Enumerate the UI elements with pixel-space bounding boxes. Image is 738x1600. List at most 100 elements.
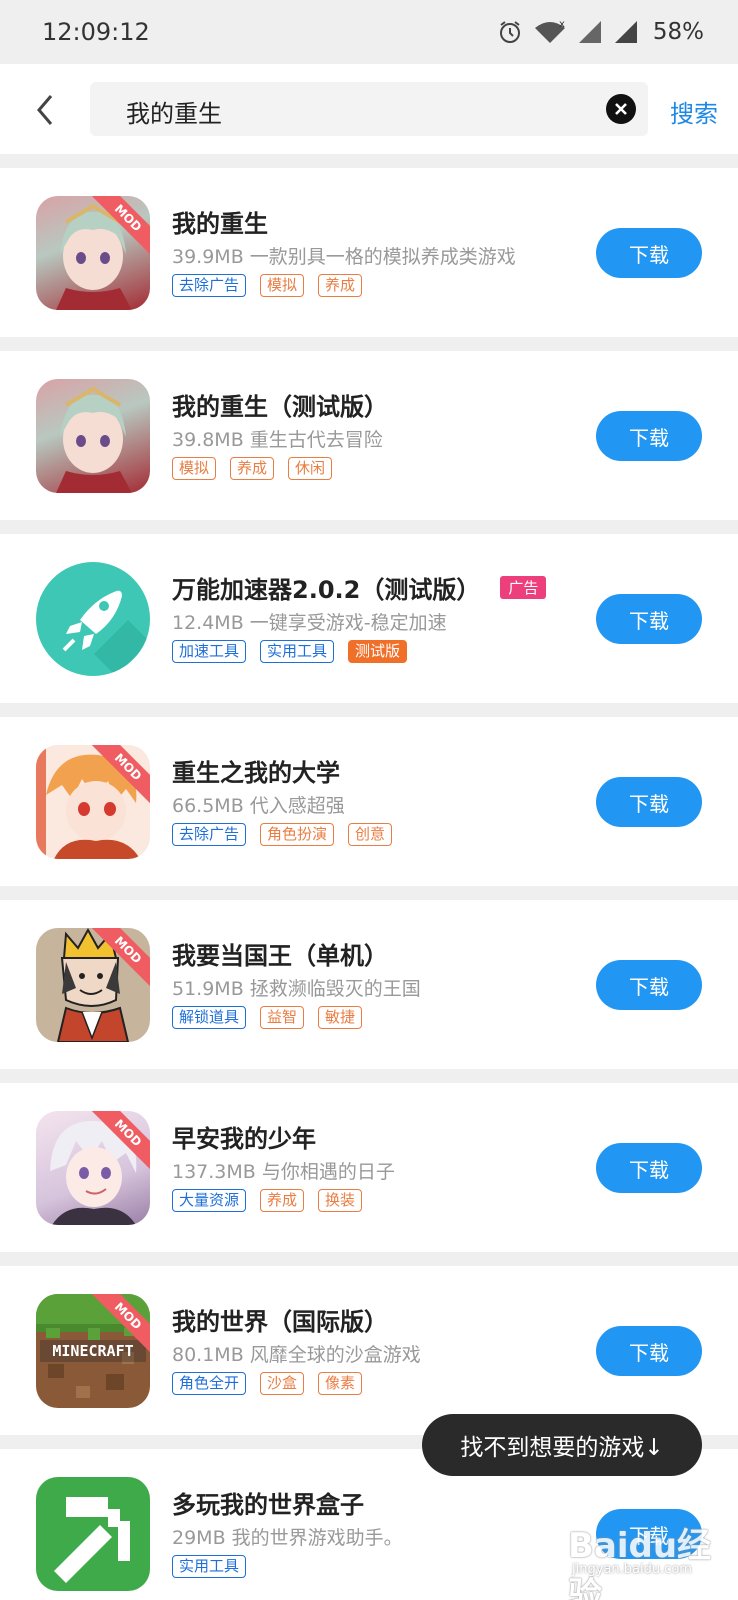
status-time: 12:09:12 xyxy=(42,18,150,46)
minecraft-icon: MINECRAFT MOD xyxy=(36,1294,150,1408)
list-item[interactable]: MOD 我要当国王（单机） 51.9MB 拯救濒临毁灭的王国 解锁道具 益智 敏… xyxy=(0,900,738,1069)
app-description: 29MB 我的世界游戏助手。 xyxy=(172,1527,403,1549)
tag: 养成 xyxy=(230,457,275,480)
tag: 换装 xyxy=(318,1189,363,1212)
title-row: 重生之我的大学 xyxy=(172,753,340,788)
title-row: 我要当国王（单机） xyxy=(172,936,388,971)
battery-level: 58% xyxy=(652,19,704,45)
tag: 养成 xyxy=(318,274,363,297)
title-row: 早安我的少年 xyxy=(172,1119,316,1154)
tag: 角色全开 xyxy=(172,1372,247,1395)
search-input[interactable]: 我的重生 xyxy=(90,82,648,136)
app-title: 万能加速器2.0.2（测试版） xyxy=(172,576,481,604)
title-row: 我的重生（测试版） xyxy=(172,387,388,422)
tag: 去除广告 xyxy=(172,823,247,846)
tag: 角色扮演 xyxy=(260,823,335,846)
list-item[interactable]: MOD 我的重生 39.9MB 一款别具一格的模拟养成类游戏 去除广告 模拟 养… xyxy=(0,168,738,337)
pickaxe-icon xyxy=(36,1477,150,1591)
ad-badge: 广告 xyxy=(500,576,547,599)
watermark-url: jingyan.baidu.com xyxy=(572,1562,692,1577)
signal-icon-2 xyxy=(614,21,637,43)
app-description: 39.8MB 重生古代去冒险 xyxy=(172,429,383,451)
cant-find-game-button[interactable]: 找不到想要的游戏↓ xyxy=(422,1414,702,1476)
download-button[interactable]: 下载 xyxy=(596,228,702,278)
app-title: 我的重生（测试版） xyxy=(172,393,388,421)
wifi-icon: x xyxy=(534,19,565,43)
list-item[interactable]: MINECRAFT MOD 我的世界（国际版） 80.1MB 风靡全球的沙盒游戏… xyxy=(0,1266,738,1435)
app-title: 我的世界（国际版） xyxy=(172,1308,388,1336)
tag: 像素 xyxy=(318,1372,363,1395)
tag: 创意 xyxy=(348,823,393,846)
list-item[interactable]: 万能加速器2.0.2（测试版） 广告 12.4MB 一键享受游戏-稳定加速 加速… xyxy=(0,534,738,703)
minecraft-logo-text: MINECRAFT xyxy=(52,1342,133,1360)
tag-list: 去除广告 角色扮演 创意 xyxy=(172,823,393,846)
baidu-watermark: Baidu经验 jingyan.baidu.com xyxy=(554,1510,724,1600)
app-title: 多玩我的世界盒子 xyxy=(172,1491,364,1519)
alarm-icon xyxy=(499,21,520,43)
signal-icon xyxy=(578,21,601,43)
tag: 大量资源 xyxy=(172,1189,247,1212)
tag: 休闲 xyxy=(288,457,333,480)
app-description: 12.4MB 一键享受游戏-稳定加速 xyxy=(172,612,447,634)
app-description: 137.3MB 与你相遇的日子 xyxy=(172,1161,395,1183)
download-button[interactable]: 下载 xyxy=(596,1143,702,1193)
status-bar: 12:09:12 x 58% xyxy=(0,0,738,64)
tag: 模拟 xyxy=(172,457,217,480)
tag: 加速工具 xyxy=(172,640,247,663)
search-query: 我的重生 xyxy=(126,100,222,128)
tag: 解锁道具 xyxy=(172,1006,247,1029)
search-button[interactable]: 搜索 xyxy=(670,94,718,129)
app-title: 我要当国王（单机） xyxy=(172,942,388,970)
close-icon xyxy=(615,103,627,115)
app-description: 80.1MB 风靡全球的沙盒游戏 xyxy=(172,1344,421,1366)
tag: 敏捷 xyxy=(318,1006,363,1029)
tag: 去除广告 xyxy=(172,274,247,297)
tag: 养成 xyxy=(260,1189,305,1212)
app-title: 重生之我的大学 xyxy=(172,759,340,787)
anime-youth-icon: MOD xyxy=(36,1111,150,1225)
anime-boy-icon: MOD xyxy=(36,745,150,859)
app-description: 39.9MB 一款别具一格的模拟养成类游戏 xyxy=(172,246,516,268)
king-icon: MOD xyxy=(36,928,150,1042)
anime-girl-icon xyxy=(36,379,150,493)
list-item[interactable]: MOD 早安我的少年 137.3MB 与你相遇的日子 大量资源 养成 换装 下载 xyxy=(0,1083,738,1252)
download-button[interactable]: 下载 xyxy=(596,777,702,827)
list-item[interactable]: 我的重生（测试版） 39.8MB 重生古代去冒险 模拟 养成 休闲 下载 xyxy=(0,351,738,520)
status-icons: x 58% xyxy=(497,16,704,48)
tag: 实用工具 xyxy=(172,1555,247,1578)
anime-girl-icon: MOD xyxy=(36,196,150,310)
tag-list: 解锁道具 益智 敏捷 xyxy=(172,1006,363,1029)
watermark-logo: Baidu经验 xyxy=(568,1526,712,1600)
app-title: 早安我的少年 xyxy=(172,1125,316,1153)
app-title: 我的重生 xyxy=(172,210,268,238)
download-button[interactable]: 下载 xyxy=(596,594,702,644)
tag: 益智 xyxy=(260,1006,305,1029)
tag: 沙盒 xyxy=(260,1372,305,1395)
download-button[interactable]: 下载 xyxy=(596,960,702,1010)
rocket-icon xyxy=(36,562,150,676)
result-list: MOD 我的重生 39.9MB 一款别具一格的模拟养成类游戏 去除广告 模拟 养… xyxy=(0,168,738,1600)
title-row: 多玩我的世界盒子 xyxy=(172,1485,364,1520)
svg-text:x: x xyxy=(559,19,565,30)
tag-list: 实用工具 xyxy=(172,1555,247,1578)
tag-list: 模拟 养成 休闲 xyxy=(172,457,333,480)
search-header: 我的重生 搜索 xyxy=(0,64,738,154)
chevron-left-icon xyxy=(37,95,53,125)
tag-list: 角色全开 沙盒 像素 xyxy=(172,1372,363,1395)
tag-list: 大量资源 养成 换装 xyxy=(172,1189,363,1212)
title-row: 我的重生 xyxy=(172,204,268,239)
list-item[interactable]: MOD 重生之我的大学 66.5MB 代入感超强 去除广告 角色扮演 创意 下载 xyxy=(0,717,738,886)
tag: 测试版 xyxy=(348,640,408,663)
tag: 实用工具 xyxy=(260,640,335,663)
app-description: 66.5MB 代入感超强 xyxy=(172,795,345,817)
download-button[interactable]: 下载 xyxy=(596,1326,702,1376)
tag-list: 去除广告 模拟 养成 xyxy=(172,274,363,297)
title-row: 我的世界（国际版） xyxy=(172,1302,388,1337)
download-button[interactable]: 下载 xyxy=(596,411,702,461)
title-row: 万能加速器2.0.2（测试版） 广告 xyxy=(172,570,547,605)
tag: 模拟 xyxy=(260,274,305,297)
back-button[interactable] xyxy=(30,90,60,130)
app-description: 51.9MB 拯救濒临毁灭的王国 xyxy=(172,978,421,1000)
clear-button[interactable] xyxy=(606,94,636,124)
tag-list: 加速工具 实用工具 测试版 xyxy=(172,640,408,663)
